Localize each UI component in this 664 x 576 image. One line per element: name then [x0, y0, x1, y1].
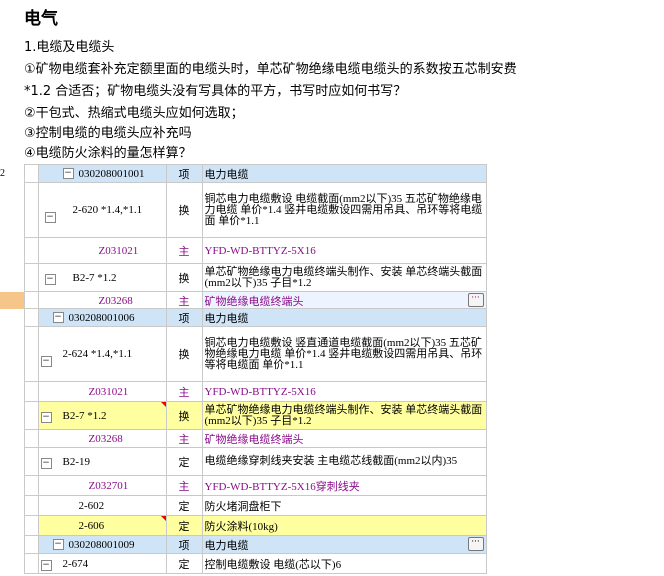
question-line-6: ④电缆防火涂料的量怎样算？: [24, 146, 192, 161]
item-type: 换: [165, 182, 203, 238]
question-line-1: 1.电缆及电缆头: [24, 40, 115, 55]
item-code: 030208001006: [68, 311, 135, 324]
question-line-4: ②干包式、热缩式电缆头应如何选取；: [24, 106, 244, 121]
item-desc: 单芯矿物绝缘电力电缆终端头制作、安装 单芯终端头截面(mm2以下)35 子目*1…: [201, 401, 487, 430]
item-code: 2-624 *1.4,*1.1: [62, 347, 133, 360]
modified-flag-icon: [160, 516, 165, 521]
ellipsis-button[interactable]: ···: [467, 292, 484, 307]
question-line-3: *1.2 合适否；矿物电缆头没有写具体的平方，书写时应如何书写？: [24, 84, 407, 99]
material-code: Z03268: [88, 432, 123, 445]
item-code: 2-606: [78, 519, 105, 532]
table-row[interactable]: 2-606 定 防火涂料(10kg): [0, 515, 487, 536]
collapse-icon[interactable]: −: [44, 211, 56, 223]
item-type: 换: [165, 263, 203, 292]
collapse-icon[interactable]: −: [44, 273, 56, 285]
table-row[interactable]: −030208001009 项 电力电缆 ···: [0, 535, 487, 554]
item-type: 主: [165, 381, 203, 402]
item-desc: 控制电缆敷设 电缆(芯以下)6: [201, 553, 487, 574]
table-row[interactable]: −2-624 *1.4,*1.1 换 铜芯电力电缆敷设 竖直通道电缆截面(mm2…: [0, 326, 487, 382]
item-desc: 电力电缆: [201, 164, 487, 183]
table-row[interactable]: Z031021 主 YFD-WD-BTTYZ-5X16: [0, 237, 487, 264]
table-row[interactable]: − B2-7 *1.2 换 单芯矿物绝缘电力电缆终端头制作、安装 单芯终端头截面(…: [0, 401, 487, 430]
row-selection-marker: [0, 291, 24, 310]
ellipsis-button[interactable]: ···: [467, 536, 484, 551]
question-line-5: ③控制电缆的电缆头应补充吗: [24, 126, 192, 141]
table-row[interactable]: Z031021 主 YFD-WD-BTTYZ-5X16: [0, 381, 487, 402]
item-code: 2-620 *1.4,*1.1: [72, 203, 143, 216]
quota-table-2: −030208001006 项 电力电缆 −2-624 *1.4,*1.1 换 …: [0, 308, 487, 574]
item-type: 主: [165, 291, 203, 310]
item-type: 定: [165, 495, 203, 516]
item-type: 项: [165, 164, 203, 183]
table-row[interactable]: −030208001006 项 电力电缆: [0, 308, 487, 327]
table-row[interactable]: 2 −030208001001 项 电力电缆: [0, 164, 487, 183]
item-code: B2-19: [62, 455, 91, 468]
item-desc: 单芯矿物绝缘电力电缆终端头制作、安装 单芯终端头截面(mm2以下)35 子目*1…: [201, 263, 487, 292]
item-desc: 电力电缆: [204, 539, 249, 552]
item-code: B2-7 *1.2: [72, 271, 117, 284]
item-code: 2-602: [78, 499, 105, 512]
item-desc: 电力电缆: [201, 308, 487, 327]
item-type: 主: [165, 429, 203, 448]
material-code: Z031021: [88, 385, 129, 398]
item-type: 项: [165, 535, 203, 554]
material-desc: YFD-WD-BTTYZ-5X16穿刺线夹: [201, 475, 487, 496]
item-code: 2-674: [62, 557, 89, 570]
item-code: 030208001009: [68, 538, 135, 551]
item-type: 主: [165, 237, 203, 264]
collapse-icon[interactable]: −: [52, 539, 64, 551]
material-code: Z032701: [88, 479, 129, 492]
item-desc: 防火堵洞盘柜下: [201, 495, 487, 516]
collapse-icon[interactable]: −: [52, 312, 64, 324]
item-type: 定: [165, 515, 203, 536]
item-type: 主: [165, 475, 203, 496]
table-row[interactable]: 2-602 定 防火堵洞盘柜下: [0, 495, 487, 516]
item-type: 换: [165, 401, 203, 430]
quota-table-1: 2 −030208001001 项 电力电缆 −2-620 *1.4,*1.1 …: [0, 164, 487, 310]
table-row[interactable]: −2-674 定 控制电缆敷设 电缆(芯以下)6: [0, 553, 487, 574]
table-row[interactable]: − B2-7 *1.2 换 单芯矿物绝缘电力电缆终端头制作、安装 单芯终端头截面(…: [0, 263, 487, 292]
item-type: 定: [165, 553, 203, 574]
item-desc: 铜芯电力电缆敷设 竖直通道电缆截面(mm2以下)35 五芯矿物绝缘电力电缆 单价…: [201, 326, 487, 382]
collapse-icon[interactable]: −: [40, 559, 52, 571]
material-code: Z03268: [98, 294, 133, 307]
item-code: B2-7 *1.2: [62, 409, 107, 422]
item-desc: 防火涂料(10kg): [201, 515, 487, 536]
modified-flag-icon: [160, 402, 165, 407]
table-row[interactable]: Z032701 主 YFD-WD-BTTYZ-5X16穿刺线夹: [0, 475, 487, 496]
collapse-icon[interactable]: −: [40, 457, 52, 469]
material-desc: 矿物绝缘电缆终端头: [204, 295, 304, 308]
collapse-icon[interactable]: −: [62, 168, 74, 180]
item-type: 定: [165, 447, 203, 476]
row-mark: 2: [0, 164, 24, 183]
table-row[interactable]: Z03268 主 矿物绝缘电缆终端头: [0, 429, 487, 448]
item-type: 项: [165, 308, 203, 327]
material-desc: YFD-WD-BTTYZ-5X16: [201, 237, 487, 264]
collapse-icon[interactable]: −: [40, 411, 52, 423]
question-line-2: ①矿物电缆套补充定额里面的电缆头时，单芯矿物绝缘电缆电缆头的系数按五芯制安费: [24, 62, 517, 77]
item-desc: 电缆绝缘穿刺线夹安装 主电缆芯线截面(mm2以内)35: [201, 447, 487, 476]
table-row[interactable]: − B2-19 定 电缆绝缘穿刺线夹安装 主电缆芯线截面(mm2以内)35: [0, 447, 487, 476]
table-row[interactable]: − 2-620 *1.4,*1.1 换 铜芯电力电缆敷设 电缆截面(mm2以下)3…: [0, 182, 487, 238]
collapse-icon[interactable]: −: [40, 355, 52, 367]
page-title: 电气: [24, 9, 58, 29]
item-code: 030208001001: [78, 167, 145, 180]
table-row[interactable]: Z03268 主 矿物绝缘电缆终端头 ···: [0, 291, 487, 310]
item-type: 换: [165, 326, 203, 382]
material-desc: YFD-WD-BTTYZ-5X16: [201, 381, 487, 402]
material-code: Z031021: [98, 244, 139, 257]
item-desc: 铜芯电力电缆敷设 电缆截面(mm2以下)35 五芯矿物绝缘电力电缆 单价*1.4…: [201, 182, 487, 238]
material-desc: 矿物绝缘电缆终端头: [201, 429, 487, 448]
